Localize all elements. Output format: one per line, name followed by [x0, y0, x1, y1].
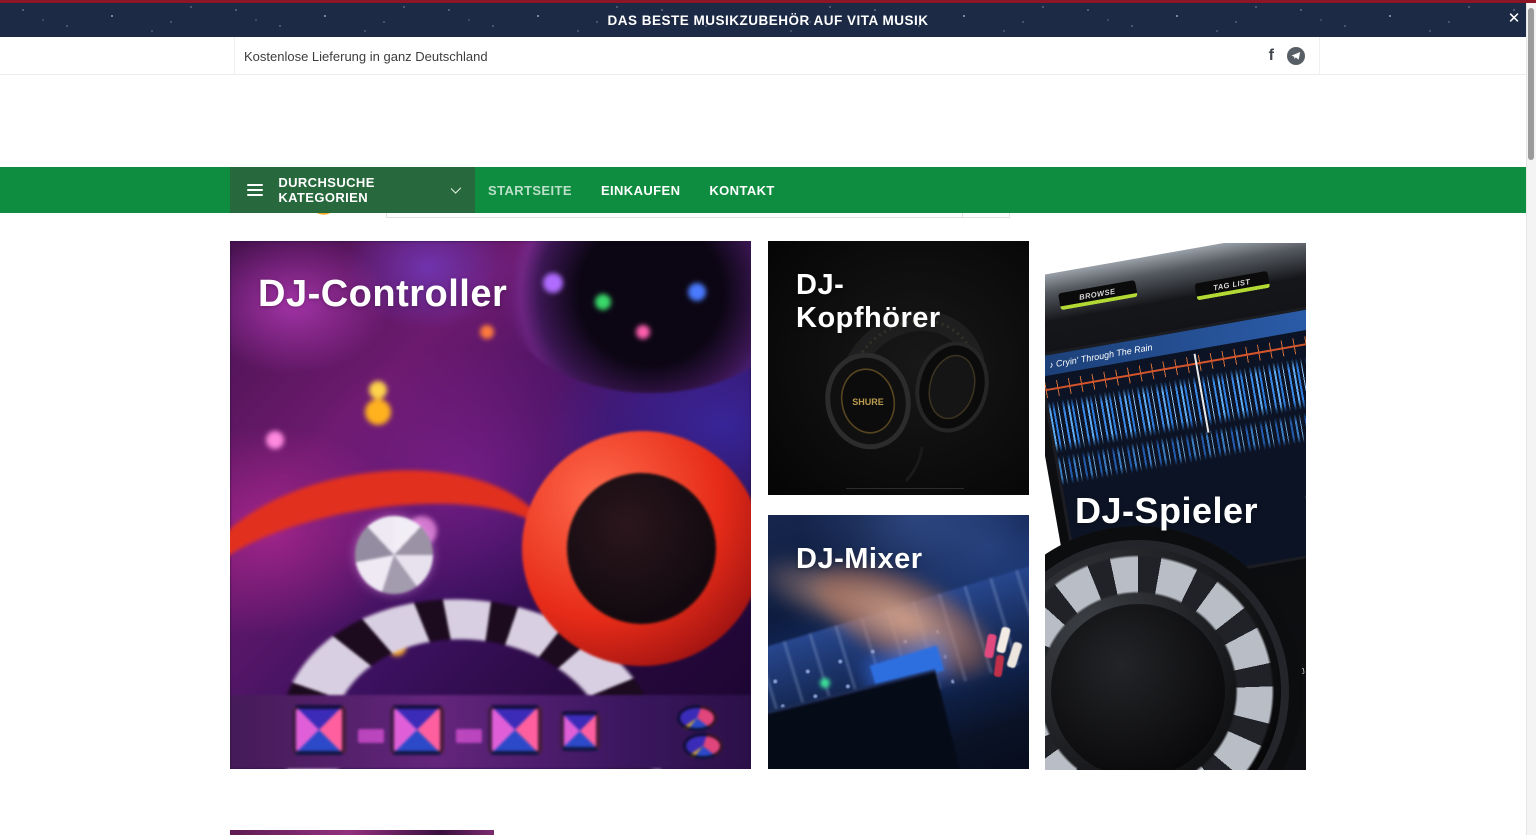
social-links: f	[1269, 47, 1305, 65]
close-icon[interactable]: ✕	[1505, 10, 1523, 28]
notice-text: DAS BESTE MUSIKZUBEHÖR AUF VITA MUSIK	[607, 10, 928, 28]
notice-bar: DAS BESTE MUSIKZUBEHÖR AUF VITA MUSIK ✕	[0, 0, 1536, 37]
telegram-icon[interactable]	[1287, 47, 1305, 65]
main-header: REAL TOCK KATEGORIE WÄHL... ANMELDUNG	[0, 75, 1536, 167]
nav-item-startseite[interactable]: STARTSEITE	[482, 183, 578, 198]
shipping-text: Kostenlose Lieferung in ganz Deutschland	[244, 49, 488, 64]
headphone-brand-text: SHURE	[852, 397, 884, 407]
banner-title: DJ-Mixer	[796, 543, 923, 576]
main-nav: DURCHSUCHE KATEGORIEN STARTSEITE EINKAUF…	[0, 167, 1536, 213]
category-banner-partial[interactable]	[230, 830, 494, 835]
banner-title: DJ-Spieler	[1075, 490, 1258, 531]
category-banner-dj-controller[interactable]: DJ-Controller	[230, 241, 751, 769]
top-bar: Kostenlose Lieferung in ganz Deutschland…	[0, 37, 1536, 75]
browse-categories-button[interactable]: DURCHSUCHE KATEGORIEN	[230, 167, 475, 213]
facebook-icon[interactable]: f	[1269, 48, 1274, 64]
dj-controller-image	[230, 241, 751, 769]
hamburger-icon	[247, 184, 263, 196]
banner-title: DJ-Controller	[258, 273, 507, 317]
scrollbar-track[interactable]	[1526, 0, 1536, 835]
nav-item-einkaufen[interactable]: EINKAUFEN	[595, 183, 686, 198]
banner-title: DJ-Kopfhörer	[796, 269, 956, 336]
top-accent-line	[0, 0, 1536, 3]
category-banner-dj-mixer[interactable]: DJ-Mixer	[768, 515, 1029, 769]
nav-menu: STARTSEITE EINKAUFEN KONTAKT	[482, 167, 781, 213]
category-banner-dj-kopfhoerer[interactable]: SHURE DJ-Kopfhörer	[768, 241, 1029, 495]
category-banner-dj-spieler[interactable]: BROWSE TAG LIST INFO ♪ Cryin' Through Th…	[1045, 243, 1306, 770]
scrollbar-thumb[interactable]	[1528, 8, 1534, 160]
top-bar-container: Kostenlose Lieferung in ganz Deutschland…	[234, 37, 1320, 75]
browse-categories-label: DURCHSUCHE KATEGORIEN	[278, 175, 450, 205]
chevron-down-icon	[450, 183, 461, 194]
nav-item-kontakt[interactable]: KONTAKT	[703, 183, 780, 198]
